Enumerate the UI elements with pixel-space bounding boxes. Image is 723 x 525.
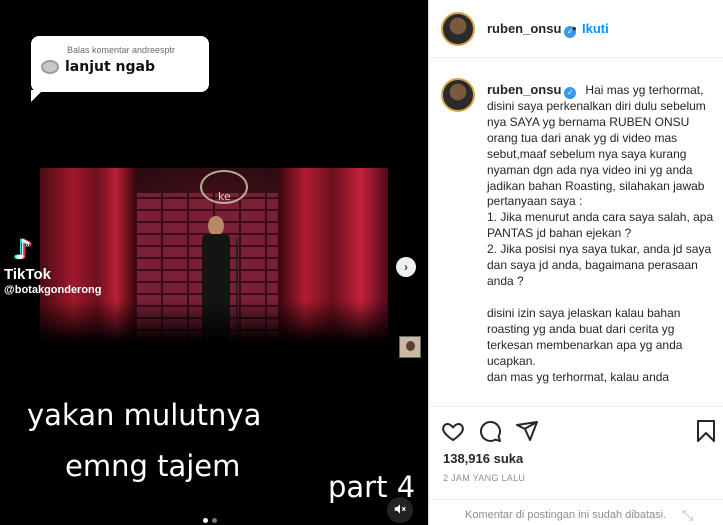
caption-line-2: emng tajem bbox=[65, 449, 241, 483]
carousel-dot-1 bbox=[203, 518, 208, 523]
video-player[interactable]: ke Balas komentar andreesptr lanjut ngab… bbox=[0, 0, 428, 525]
post-header: ruben_onsu ✓ • Ikuti bbox=[429, 0, 723, 58]
tiktok-name: TikTok bbox=[4, 266, 51, 283]
like-button[interactable] bbox=[441, 419, 465, 443]
caption-paragraph-blank bbox=[487, 290, 719, 306]
caption-paragraph-5: dan mas yg terhormat, kalau anda bbox=[487, 369, 670, 384]
caption-line-1: yakan mulutnya bbox=[27, 398, 262, 432]
verified-badge-icon: ✓ bbox=[564, 87, 577, 99]
muted-speaker-icon bbox=[394, 504, 406, 514]
reply-label: Balas komentar andreesptr bbox=[67, 45, 176, 55]
comment-icon bbox=[479, 420, 501, 442]
stage-logo-text: ke bbox=[218, 190, 231, 203]
caption-paragraph-2: 1. Jika menurut anda cara saya salah, ap… bbox=[487, 210, 717, 241]
caption-paragraph-1: Hai mas yg terhormat, disini saya perken… bbox=[487, 83, 710, 209]
carousel-indicator bbox=[203, 518, 217, 523]
caption-author-avatar[interactable] bbox=[441, 78, 475, 112]
share-button[interactable] bbox=[515, 419, 539, 443]
mute-button[interactable] bbox=[387, 497, 413, 523]
follow-button[interactable]: Ikuti bbox=[582, 21, 609, 36]
caption-paragraph-3: 2. Jika posisi nya saya tukar, anda jd s… bbox=[487, 242, 715, 288]
author-username[interactable]: ruben_onsu ✓ bbox=[487, 21, 577, 38]
heart-icon bbox=[442, 422, 464, 442]
commenter-avatar bbox=[41, 60, 59, 74]
save-button[interactable] bbox=[694, 419, 718, 443]
carousel-dot-2 bbox=[212, 518, 217, 523]
audience-silhouette bbox=[40, 300, 388, 370]
like-count[interactable]: 138,916 suka bbox=[443, 451, 523, 466]
author-avatar[interactable] bbox=[441, 12, 475, 46]
tagged-user-thumbnail[interactable] bbox=[399, 336, 421, 358]
post-timestamp[interactable]: 2 JAM YANG LALU bbox=[443, 473, 525, 483]
chevron-right-icon: › bbox=[404, 260, 408, 274]
bookmark-icon bbox=[697, 420, 715, 442]
caption-author-username[interactable]: ruben_onsu ✓ bbox=[487, 82, 581, 99]
header-separator: • bbox=[572, 21, 577, 36]
tiktok-handle: @botakgonderong bbox=[4, 284, 102, 296]
action-bar: 138,916 suka 2 JAM YANG LALU Komentar di… bbox=[429, 406, 723, 525]
expand-icon: ⤡ bbox=[682, 507, 694, 523]
tiktok-logo-icon: ♪ bbox=[14, 233, 32, 266]
post-viewer: ke Balas komentar andreesptr lanjut ngab… bbox=[0, 0, 723, 525]
post-sidebar: ruben_onsu ✓ • Ikuti ruben_onsu ✓ Hai mas y… bbox=[428, 0, 723, 525]
reply-comment-bubble: Balas komentar andreesptr lanjut ngab bbox=[31, 36, 209, 102]
caption-comment: ruben_onsu ✓ Hai mas yg terhormat, disini … bbox=[429, 76, 723, 406]
caption-text: ruben_onsu ✓ Hai mas yg terhormat, disini … bbox=[487, 82, 719, 385]
reply-text: lanjut ngab bbox=[65, 59, 156, 75]
caption-paragraph-4: disini izin saya jelaskan kalau bahan ro… bbox=[487, 305, 686, 368]
comment-button[interactable] bbox=[478, 419, 502, 443]
comment-input-area: Komentar di postingan ini sudah dibatasi… bbox=[429, 499, 723, 525]
share-icon bbox=[516, 421, 538, 441]
tiktok-watermark: ♪ TikTok @botakgonderong bbox=[4, 233, 102, 297]
next-media-button[interactable]: › bbox=[396, 257, 416, 277]
comments-limited-note: Komentar di postingan ini sudah dibatasi… bbox=[465, 509, 667, 521]
